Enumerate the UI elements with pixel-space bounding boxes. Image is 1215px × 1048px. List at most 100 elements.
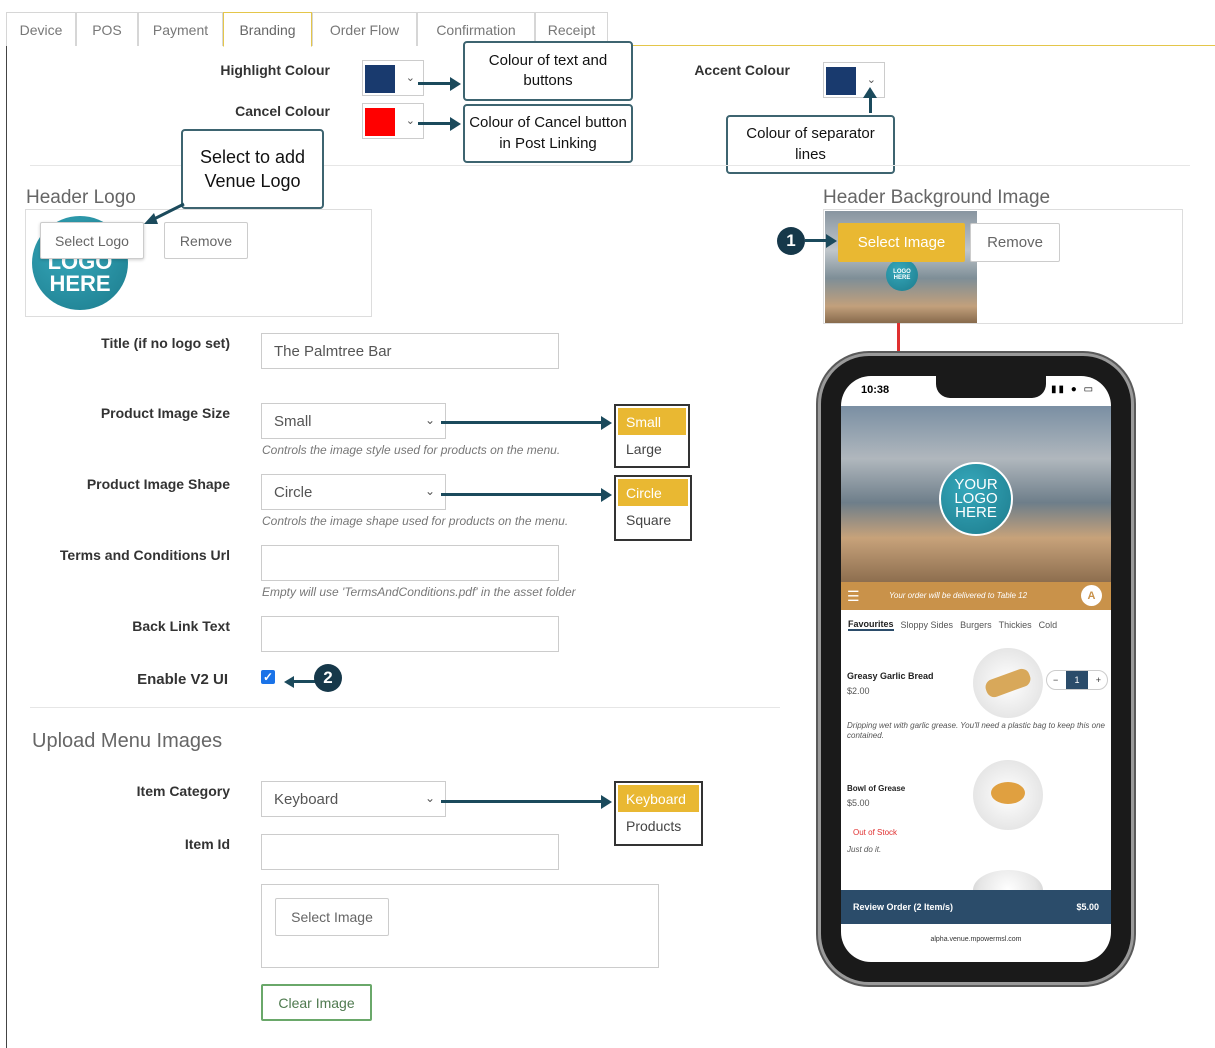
option-products[interactable]: Products	[618, 812, 699, 839]
product-size-select[interactable]: Small ⌄	[261, 403, 446, 439]
highlight-colour-label: Highlight Colour	[220, 62, 330, 78]
phone-tab-burgers[interactable]: Burgers	[960, 620, 992, 630]
item1-qty: 1	[1066, 671, 1088, 689]
phone-time: 10:38	[861, 384, 890, 396]
divider	[30, 707, 780, 708]
item2-stock: Out of Stock	[853, 828, 898, 837]
clear-image-button[interactable]: Clear Image	[261, 984, 372, 1021]
marker-2: 2	[314, 664, 342, 692]
product-size-hint: Controls the image style used for produc…	[262, 443, 561, 457]
phone-category-tabs: Favourites Sloppy Sides Burgers Thickies…	[841, 610, 1111, 640]
category-select[interactable]: Keyboard ⌄	[261, 781, 446, 817]
highlight-colour-picker[interactable]: ⌄	[362, 60, 424, 96]
remove-image-button[interactable]: Remove	[970, 223, 1060, 262]
cancel-swatch	[365, 108, 395, 136]
phone-tab-favourites[interactable]: Favourites	[848, 619, 894, 631]
back-link-label: Back Link Text	[132, 618, 230, 634]
option-small[interactable]: Small	[618, 408, 686, 435]
arrow-right-icon	[450, 117, 461, 131]
bowl-shape	[991, 782, 1025, 804]
upload-select-image-button[interactable]: Select Image	[275, 898, 389, 936]
review-total: $5.00	[1076, 902, 1099, 912]
item-id-input[interactable]	[261, 834, 559, 870]
arrow-right-icon	[826, 234, 837, 248]
select-logo-button[interactable]: Select Logo	[40, 222, 144, 259]
title-input[interactable]: The Palmtree Bar	[261, 333, 559, 369]
item2-desc: Just do it.	[847, 845, 882, 854]
product-shape-value: Circle	[274, 483, 313, 501]
panel-left-border	[6, 46, 7, 1048]
marker-1: 1	[777, 227, 805, 255]
avatar[interactable]: A	[1081, 585, 1102, 606]
option-square[interactable]: Square	[618, 506, 688, 533]
terms-hint: Empty will use 'TermsAndConditions.pdf' …	[262, 585, 576, 599]
upload-title: Upload Menu Images	[32, 730, 223, 752]
arrow-up-icon	[863, 87, 877, 98]
product-shape-label: Product Image Shape	[86, 476, 230, 492]
cancel-colour-picker[interactable]: ⌄	[362, 103, 424, 139]
arrow-line	[441, 800, 602, 803]
option-large[interactable]: Large	[618, 435, 686, 462]
accent-colour-label: Accent Colour	[694, 62, 790, 78]
arrow-right-icon	[601, 795, 612, 809]
arrow-to-logo	[144, 202, 185, 224]
terms-input[interactable]	[261, 545, 559, 581]
shape-options: Circle Square	[614, 475, 692, 541]
arrow-line	[418, 122, 450, 125]
logo-callout: Select to add Venue Logo	[181, 129, 324, 209]
bread-shape	[983, 666, 1033, 700]
item1-quantity-stepper[interactable]: − 1 +	[1046, 670, 1108, 690]
cancel-callout: Colour of Cancel button in Post Linking	[463, 104, 633, 163]
phone-tab-cold[interactable]: Cold	[1039, 620, 1058, 630]
phone-order-bar: ☰ Your order will be delivered to Table …	[841, 582, 1111, 610]
v2-checkbox[interactable]: ✓	[261, 670, 275, 684]
title-label: Title (if no logo set)	[101, 335, 230, 351]
chevron-down-icon: ⌄	[405, 115, 415, 127]
phone-logo-line3: HERE	[955, 504, 997, 521]
phone-tab-sloppy-sides[interactable]: Sloppy Sides	[901, 620, 954, 630]
arrow-line	[805, 239, 827, 242]
product-size-label: Product Image Size	[100, 405, 230, 421]
tab-branding[interactable]: Branding	[223, 12, 312, 47]
plus-icon[interactable]: +	[1096, 675, 1101, 685]
phone-url: alpha.venue.mpowermsl.com	[930, 936, 1022, 943]
option-circle[interactable]: Circle	[618, 479, 688, 506]
item1-image	[973, 648, 1043, 718]
hamburger-menu-icon[interactable]: ☰	[847, 588, 860, 605]
review-order-button[interactable]: Review Order (2 Item/s) $5.00	[841, 890, 1111, 924]
category-options: Keyboard Products	[614, 781, 703, 846]
select-image-button[interactable]: Select Image	[838, 223, 965, 262]
minus-icon[interactable]: −	[1053, 675, 1058, 685]
phone-screen: 10:38 ▮▮ ● ▭ YOUR LOGO HERE ☰ Your order…	[841, 376, 1111, 962]
terms-label: Terms and Conditions Url	[59, 547, 230, 563]
arrow-line	[418, 82, 450, 85]
item1-desc: Dripping wet with garlic grease. You'll …	[847, 721, 1105, 740]
cancel-colour-label: Cancel Colour	[235, 103, 330, 119]
highlight-callout: Colour of text and buttons	[463, 41, 633, 101]
chevron-down-icon: ⌄	[405, 72, 415, 84]
phone-status-icons: ▮▮ ● ▭	[1051, 384, 1096, 395]
arrow-line	[293, 680, 315, 683]
chevron-down-icon: ⌄	[424, 413, 435, 427]
header-logo-title: Header Logo	[26, 187, 136, 208]
tab-device[interactable]: Device	[6, 12, 76, 46]
category-label: Item Category	[136, 783, 230, 799]
product-shape-select[interactable]: Circle ⌄	[261, 474, 446, 510]
phone-notch	[936, 376, 1046, 398]
category-value: Keyboard	[274, 790, 339, 808]
tab-pos[interactable]: POS	[76, 12, 138, 46]
arrow-right-icon	[601, 416, 612, 430]
option-keyboard[interactable]: Keyboard	[618, 785, 699, 812]
header-bg-title: Header Background Image	[823, 187, 1051, 208]
phone-tab-thickies[interactable]: Thickies	[999, 620, 1032, 630]
tab-order-flow[interactable]: Order Flow	[312, 12, 417, 46]
v2-label: Enable V2 UI	[137, 671, 228, 688]
arrow-line	[441, 493, 602, 496]
item1-price: $2.00	[847, 686, 870, 696]
tab-payment[interactable]: Payment	[138, 12, 223, 46]
arrow-right-icon	[450, 77, 461, 91]
phone-logo: YOUR LOGO HERE	[939, 462, 1013, 536]
arrow-line	[441, 421, 602, 424]
chevron-down-icon: ⌄	[424, 791, 435, 805]
back-link-input[interactable]	[261, 616, 559, 652]
